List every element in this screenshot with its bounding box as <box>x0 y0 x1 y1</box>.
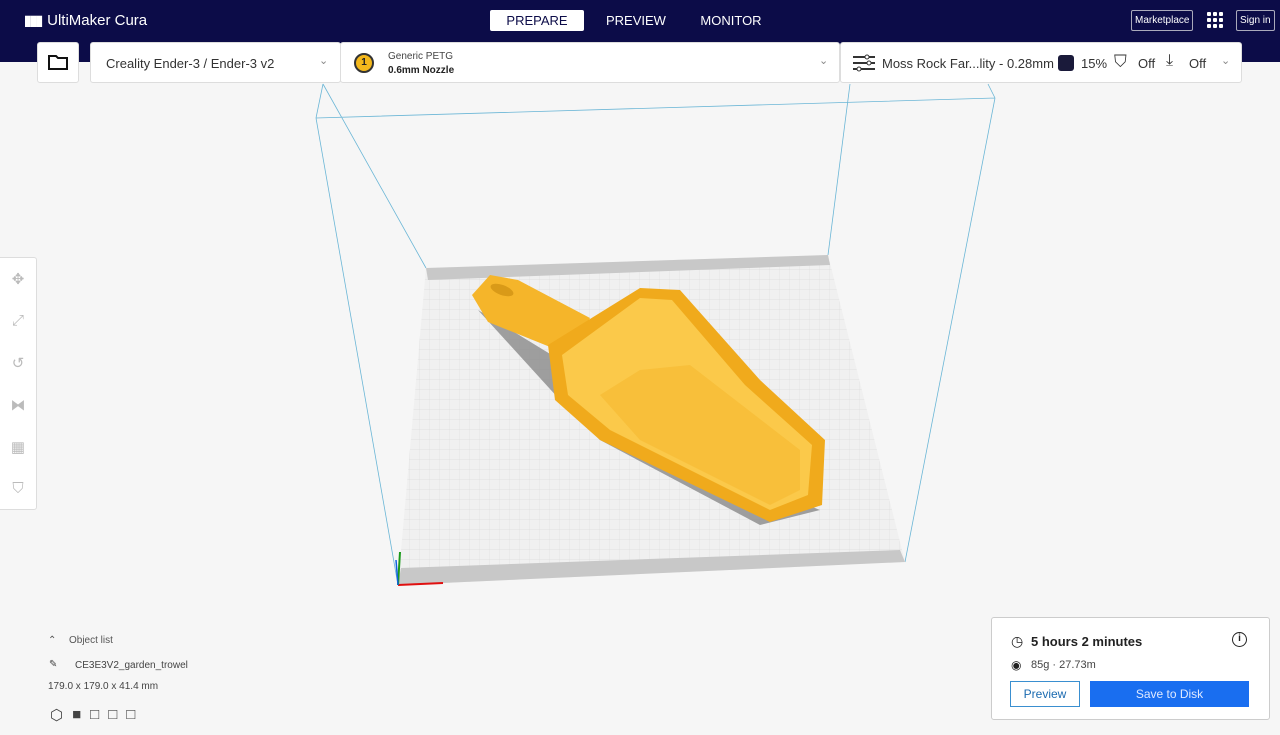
object-list-toggle[interactable]: Object list <box>69 635 113 646</box>
info-icon[interactable]: i <box>1232 632 1247 647</box>
save-to-disk-button[interactable]: Save to Disk <box>1090 681 1249 707</box>
mirror-tool-icon[interactable]: ⧓ <box>9 396 27 414</box>
support-blocker-icon[interactable]: ⛉ <box>9 480 27 498</box>
object-name[interactable]: CE3E3V2_garden_trowel <box>75 660 188 671</box>
z-axis <box>395 559 399 586</box>
spool-icon: ◉ <box>1011 658 1022 672</box>
print-time: 5 hours 2 minutes <box>1031 634 1143 649</box>
preview-button[interactable]: Preview <box>1010 681 1080 707</box>
view-3d-icon[interactable]: ⬡ <box>50 706 63 724</box>
rotate-tool-icon[interactable]: ↺ <box>9 354 27 372</box>
per-model-settings-icon[interactable]: ▦ <box>9 438 27 456</box>
print-estimate-panel: ◷ 5 hours 2 minutes i ◉ 85g · 27.73m Pre… <box>991 617 1270 720</box>
chevron-up-icon[interactable]: ⌃ <box>48 635 56 646</box>
tool-panel: ✥ ⤢ ↺ ⧓ ▦ ⛉ <box>0 257 37 510</box>
view-top-icon[interactable]: □ <box>90 706 99 724</box>
material-usage: 85g · 27.73m <box>1031 659 1096 671</box>
edit-pencil-icon[interactable]: ✎ <box>49 659 57 670</box>
view-front-icon[interactable]: ■ <box>72 706 81 724</box>
scale-tool-icon[interactable]: ⤢ <box>9 312 27 330</box>
view-right-icon[interactable]: □ <box>126 706 135 724</box>
clock-icon: ◷ <box>1011 633 1024 649</box>
view-left-icon[interactable]: □ <box>108 706 117 724</box>
object-dimensions: 179.0 x 179.0 x 41.4 mm <box>48 681 159 692</box>
move-tool-icon[interactable]: ✥ <box>9 270 27 288</box>
